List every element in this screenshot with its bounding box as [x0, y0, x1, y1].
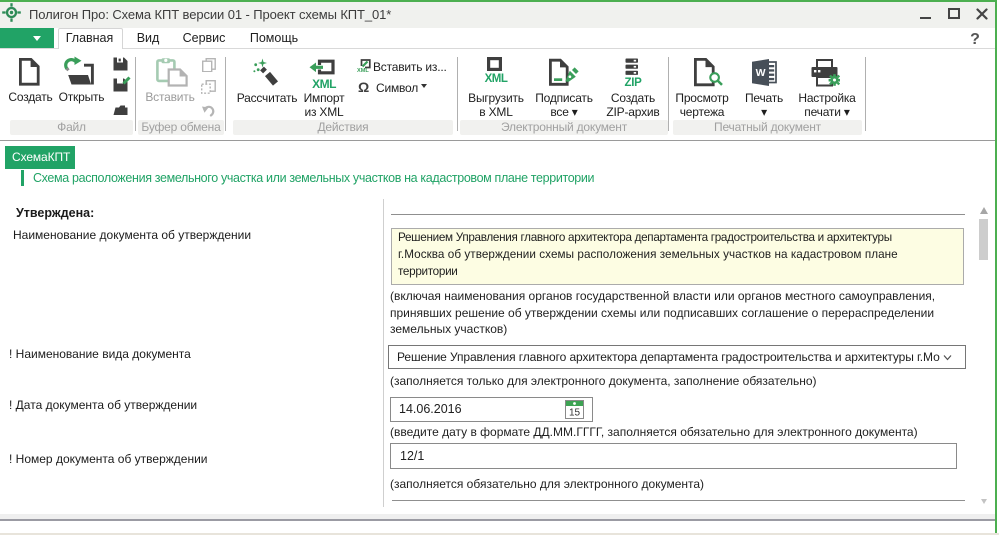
svg-text:15: 15 — [569, 408, 581, 419]
svg-text:XML: XML — [357, 68, 369, 72]
svg-text:W: W — [756, 67, 766, 79]
